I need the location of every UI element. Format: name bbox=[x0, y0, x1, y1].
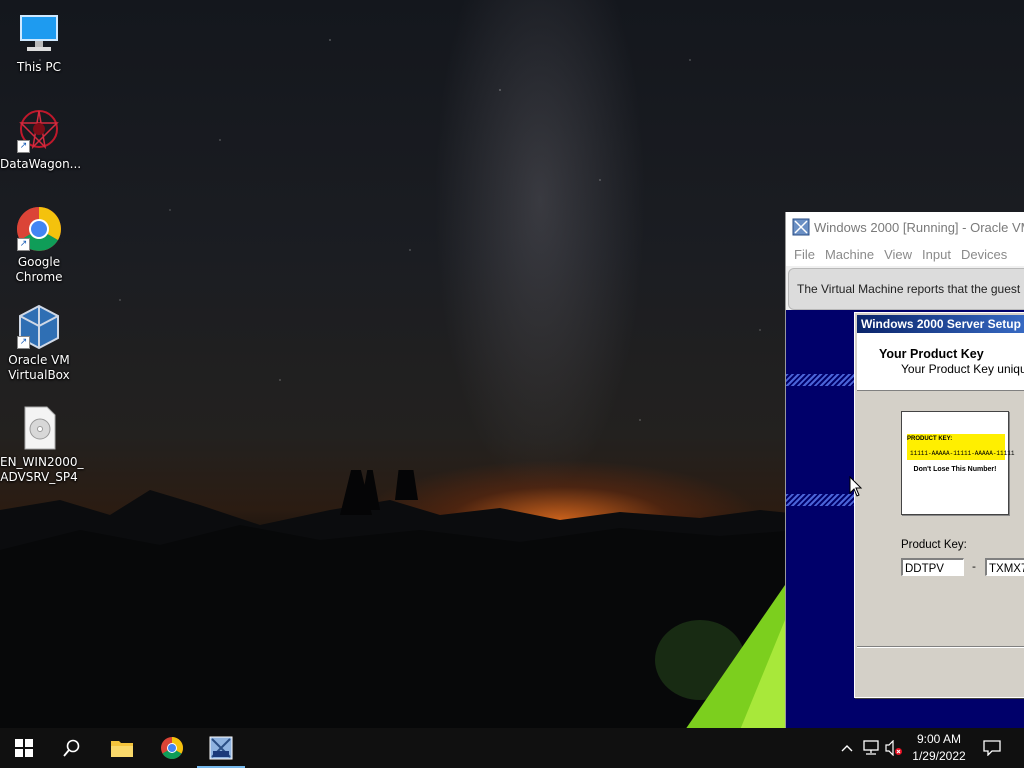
product-key-field-1[interactable]: DDTPV bbox=[901, 558, 964, 576]
dialog-separator bbox=[857, 646, 1024, 648]
desktop-icon-iso-file[interactable]: EN_WIN2000_ ADVSRV_SP4 bbox=[0, 405, 84, 485]
shortcut-arrow-icon: ↗ bbox=[17, 238, 30, 251]
guest-os-notification[interactable]: The Virtual Machine reports that the gue… bbox=[788, 268, 1024, 310]
menu-devices[interactable]: Devices bbox=[961, 247, 1009, 262]
desktop-icon-label: Oracle VM VirtualBox bbox=[8, 353, 70, 382]
card-warning: Don't Lose This Number! bbox=[913, 466, 997, 473]
volume-muted-icon bbox=[885, 740, 902, 756]
taskbar-file-explorer[interactable] bbox=[98, 728, 146, 768]
mouse-cursor-icon bbox=[849, 476, 863, 497]
product-key-label: Product Key: bbox=[901, 539, 967, 551]
menu-bar: File Machine View Input Devices bbox=[786, 242, 1024, 266]
hatch-decoration bbox=[786, 494, 854, 506]
chevron-up-icon bbox=[841, 745, 853, 752]
menu-view[interactable]: View bbox=[884, 247, 914, 262]
windows-2000-vm-icon bbox=[209, 736, 233, 760]
volume-tray-button[interactable] bbox=[884, 728, 904, 768]
virtualbox-window[interactable]: Windows 2000 [Running] - Oracle VM Vi Fi… bbox=[785, 212, 1024, 728]
tent-image bbox=[655, 585, 790, 728]
window-titlebar[interactable]: Windows 2000 [Running] - Oracle VM Vi bbox=[786, 212, 1024, 242]
product-key-separator: - bbox=[972, 560, 976, 573]
show-hidden-icons-button[interactable] bbox=[838, 728, 856, 768]
setup-header-subtitle: Your Product Key uniquely bbox=[901, 362, 1024, 376]
desktop-icon-label: DataWagon... bbox=[0, 157, 82, 171]
product-key-field-2[interactable]: TXMX7 bbox=[985, 558, 1024, 576]
hatch-decoration bbox=[786, 374, 854, 386]
windows-logo-icon bbox=[15, 739, 33, 757]
desktop-icon-label: This PC bbox=[17, 60, 61, 74]
desktop-icon-google-chrome[interactable]: ↗ Google Chrome bbox=[0, 205, 78, 285]
virtualbox-icon: ↗ bbox=[15, 303, 63, 351]
taskbar: 9:00 AM 1/29/2022 bbox=[0, 728, 1024, 768]
network-icon bbox=[863, 740, 879, 755]
start-button[interactable] bbox=[0, 728, 48, 768]
setup-header: Your Product Key Your Product Key unique… bbox=[857, 333, 1024, 391]
chrome-icon bbox=[161, 737, 183, 759]
chrome-icon: ↗ bbox=[15, 205, 63, 253]
setup-dialog-title[interactable]: Windows 2000 Server Setup bbox=[857, 315, 1024, 333]
shortcut-arrow-icon: ↗ bbox=[17, 336, 30, 349]
network-tray-button[interactable] bbox=[860, 728, 882, 768]
desktop-icon-this-pc[interactable]: This PC bbox=[0, 10, 78, 75]
disc-image-icon bbox=[15, 405, 63, 453]
card-product-key-heading: PRODUCT KEY: bbox=[907, 436, 953, 442]
shortcut-arrow-icon: ↗ bbox=[17, 140, 30, 153]
desktop-icon-datawagon[interactable]: ↗ DataWagon... bbox=[0, 107, 82, 172]
taskbar-clock[interactable]: 9:00 AM 1/29/2022 bbox=[902, 731, 976, 765]
clock-time: 9:00 AM bbox=[916, 732, 962, 746]
menu-file[interactable]: File bbox=[794, 247, 817, 262]
desktop-icon-label: EN_WIN2000_ ADVSRV_SP4 bbox=[0, 455, 84, 484]
window-title: Windows 2000 [Running] - Oracle VM Vi bbox=[814, 219, 1024, 235]
setup-header-title: Your Product Key bbox=[879, 347, 984, 361]
computer-icon bbox=[15, 10, 63, 58]
taskbar-chrome[interactable] bbox=[148, 728, 196, 768]
card-product-key-sample: 11111-AAAAA-11111-AAAAA-11111 bbox=[910, 450, 1015, 457]
menu-machine[interactable]: Machine bbox=[825, 247, 876, 262]
menu-input[interactable]: Input bbox=[922, 247, 953, 262]
search-icon bbox=[63, 739, 80, 757]
folder-icon bbox=[111, 741, 133, 757]
notification-icon bbox=[983, 740, 1001, 756]
vm-window-icon bbox=[792, 218, 810, 236]
desktop-icon-virtualbox[interactable]: ↗ Oracle VM VirtualBox bbox=[0, 303, 78, 383]
desktop-icon-label: Google Chrome bbox=[15, 255, 63, 284]
taskbar-virtualbox-vm[interactable] bbox=[197, 728, 245, 768]
datawagon-icon: ↗ bbox=[15, 107, 63, 155]
clock-date: 1/29/2022 bbox=[912, 749, 966, 763]
action-center-button[interactable] bbox=[978, 728, 1006, 768]
guest-screen[interactable]: Windows 2000 Server Setup Your Product K… bbox=[786, 310, 1024, 728]
product-key-card-image: PRODUCT KEY: 11111-AAAAA-11111-AAAAA-111… bbox=[901, 411, 1014, 515]
setup-dialog[interactable]: Windows 2000 Server Setup Your Product K… bbox=[854, 312, 1024, 698]
search-button[interactable] bbox=[48, 728, 96, 768]
